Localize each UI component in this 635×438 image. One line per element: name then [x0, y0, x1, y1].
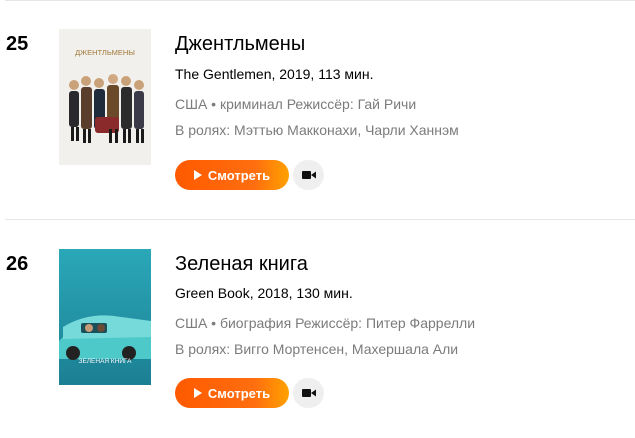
film-poster[interactable]: ДЖЕНТЛЬМЕНЫ [59, 29, 151, 165]
film-title[interactable]: Джентльмены [175, 33, 305, 56]
watch-button[interactable]: Смотреть [175, 378, 289, 408]
film-list-item: 25 ДЖЕНТЛЬМЕНЫ Джентльмены The Gentlemen… [0, 0, 635, 200]
film-poster[interactable]: ЗЕЛЕНАЯ КНИГА [59, 249, 151, 385]
play-icon [193, 170, 202, 180]
film-title[interactable]: Зеленая книга [175, 253, 308, 276]
trailer-button[interactable] [293, 160, 324, 190]
film-list-item: 26 ЗЕЛЕНАЯ КНИГА Зеленая книга Green Boo… [0, 219, 635, 419]
video-camera-icon [301, 171, 316, 179]
trailer-button[interactable] [293, 378, 324, 408]
watch-button[interactable]: Смотреть [175, 160, 289, 190]
video-camera-icon [301, 389, 316, 397]
film-rank: 26 [6, 253, 29, 275]
film-country-genre-director: США • криминал Режиссёр: Гай Ричи [175, 96, 417, 112]
gentlemen-poster-image: ДЖЕНТЛЬМЕНЫ [59, 29, 151, 165]
play-icon [193, 388, 202, 398]
poster-title-text: ЗЕЛЕНАЯ КНИГА [79, 358, 133, 365]
film-country-genre-director: США • биография Режиссёр: Питер Фаррелли [175, 315, 476, 331]
green-book-poster-image: ЗЕЛЕНАЯ КНИГА [59, 249, 151, 385]
film-rank: 25 [6, 33, 29, 55]
watch-button-label: Смотреть [207, 385, 271, 401]
poster-title-text: ДЖЕНТЛЬМЕНЫ [75, 48, 135, 57]
watch-button-label: Смотреть [207, 167, 271, 183]
film-original-title-year-duration: The Gentlemen, 2019, 113 мин. [175, 66, 374, 82]
film-cast: В ролях: Вигго Мортенсен, Махершала Али [175, 341, 459, 357]
film-cast: В ролях: Мэттью Макконахи, Чарли Ханнэм [175, 122, 459, 138]
film-original-title-year-duration: Green Book, 2018, 130 мин. [175, 285, 353, 301]
